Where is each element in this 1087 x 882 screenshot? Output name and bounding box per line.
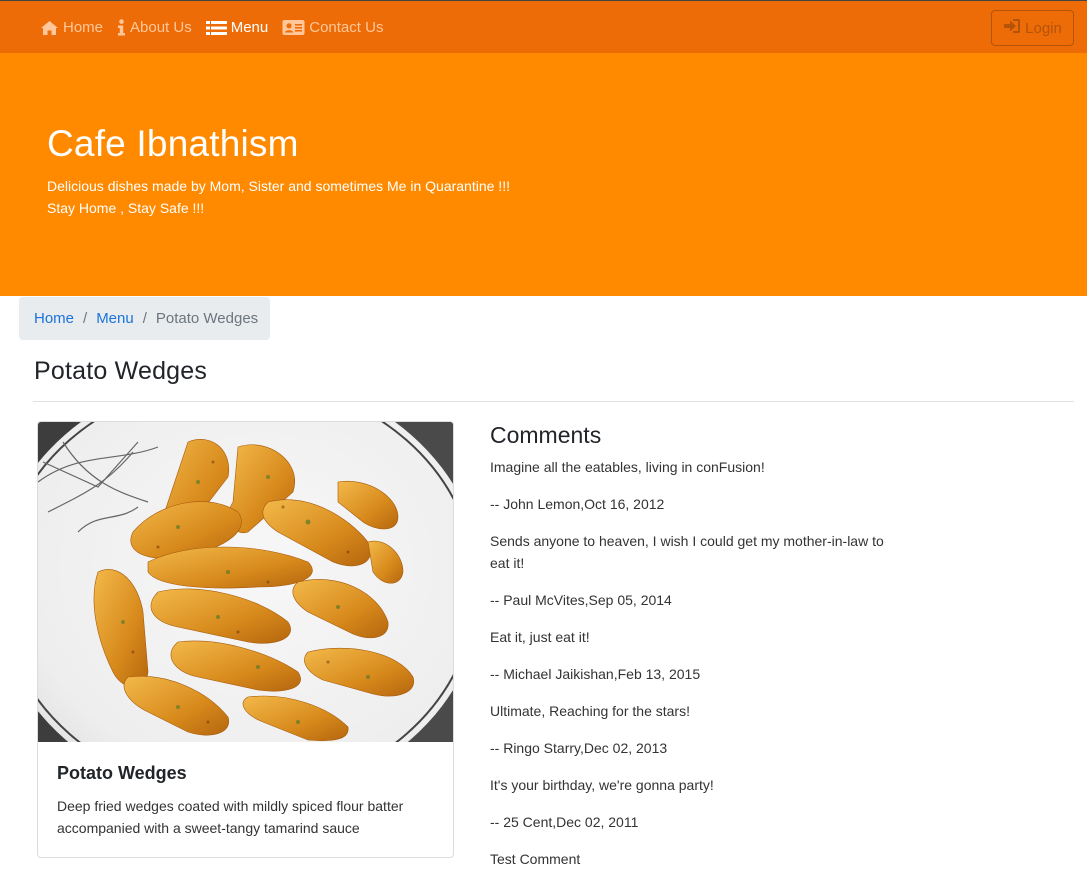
- dish-description: Deep fried wedges coated with mildly spi…: [57, 798, 404, 836]
- sign-in-icon: [1003, 18, 1021, 38]
- tagline-line-2: Stay Home , Stay Safe !!!: [47, 200, 205, 216]
- comment-author: -- Paul McVites,Sep 05, 2014: [490, 592, 672, 608]
- comment-text: Test Comment: [490, 851, 581, 867]
- nav-item-label: Contact Us: [309, 19, 384, 36]
- site-tagline: Delicious dishes made by Mom, Sister and…: [47, 175, 510, 219]
- comments-heading: Comments: [490, 422, 602, 448]
- comment-author: -- Ringo Starry,Dec 02, 2013: [490, 740, 668, 756]
- breadcrumb-current: Potato Wedges: [155, 310, 259, 327]
- nav-items: Home About Us Menu Contact Us: [40, 1, 383, 54]
- page-title: Potato Wedges: [34, 357, 208, 385]
- tagline-line-1: Delicious dishes made by Mom, Sister and…: [47, 178, 510, 194]
- comments-section: Comments Imagine all the eatables, livin…: [490, 420, 910, 882]
- comment-author: -- John Lemon,Oct 16, 2012: [490, 496, 665, 512]
- comment-text: Imagine all the eatables, living in conF…: [490, 459, 765, 475]
- nav-item-about[interactable]: About Us: [117, 19, 192, 36]
- nav-item-label: About Us: [130, 19, 192, 36]
- site-title: Cafe Ibnathism: [47, 123, 299, 164]
- comment-text: It's your birthday, we're gonna party!: [490, 777, 714, 793]
- breadcrumb: Home / Menu / Potato Wedges: [19, 297, 270, 340]
- breadcrumb-home-link[interactable]: Home: [34, 310, 74, 327]
- breadcrumb-menu-link[interactable]: Menu: [96, 310, 134, 327]
- divider: [33, 401, 1074, 402]
- breadcrumb-separator: /: [142, 310, 147, 327]
- comment-author: -- Michael Jaikishan,Feb 13, 2015: [490, 666, 701, 682]
- comment-text: Ultimate, Reaching for the stars!: [490, 703, 690, 719]
- nav-item-menu[interactable]: Menu: [205, 19, 269, 36]
- comment-author: -- 25 Cent,Dec 02, 2011: [490, 814, 639, 830]
- nav-item-contact[interactable]: Contact Us: [282, 19, 383, 36]
- nav-item-label: Home: [63, 19, 104, 36]
- login-label: Login: [1025, 19, 1062, 37]
- info-icon: [117, 19, 126, 36]
- list-icon: [205, 20, 227, 36]
- comment-text: Eat it, just eat it!: [490, 629, 590, 645]
- comment-text: Sends anyone to heaven, I wish I could g…: [490, 533, 884, 571]
- jumbotron: Cafe Ibnathism Delicious dishes made by …: [0, 53, 1087, 296]
- login-button[interactable]: Login: [991, 10, 1074, 46]
- breadcrumb-separator: /: [83, 310, 88, 327]
- navbar: Home About Us Menu Contact Us Login: [0, 0, 1087, 53]
- address-card-icon: [282, 19, 305, 36]
- dish-card: Potato Wedges Deep fried wedges coated w…: [37, 421, 454, 858]
- nav-item-label: Menu: [230, 19, 269, 36]
- dish-name: Potato Wedges: [57, 763, 187, 783]
- dish-image: [38, 422, 453, 802]
- home-icon: [40, 20, 59, 36]
- nav-item-home[interactable]: Home: [40, 19, 103, 36]
